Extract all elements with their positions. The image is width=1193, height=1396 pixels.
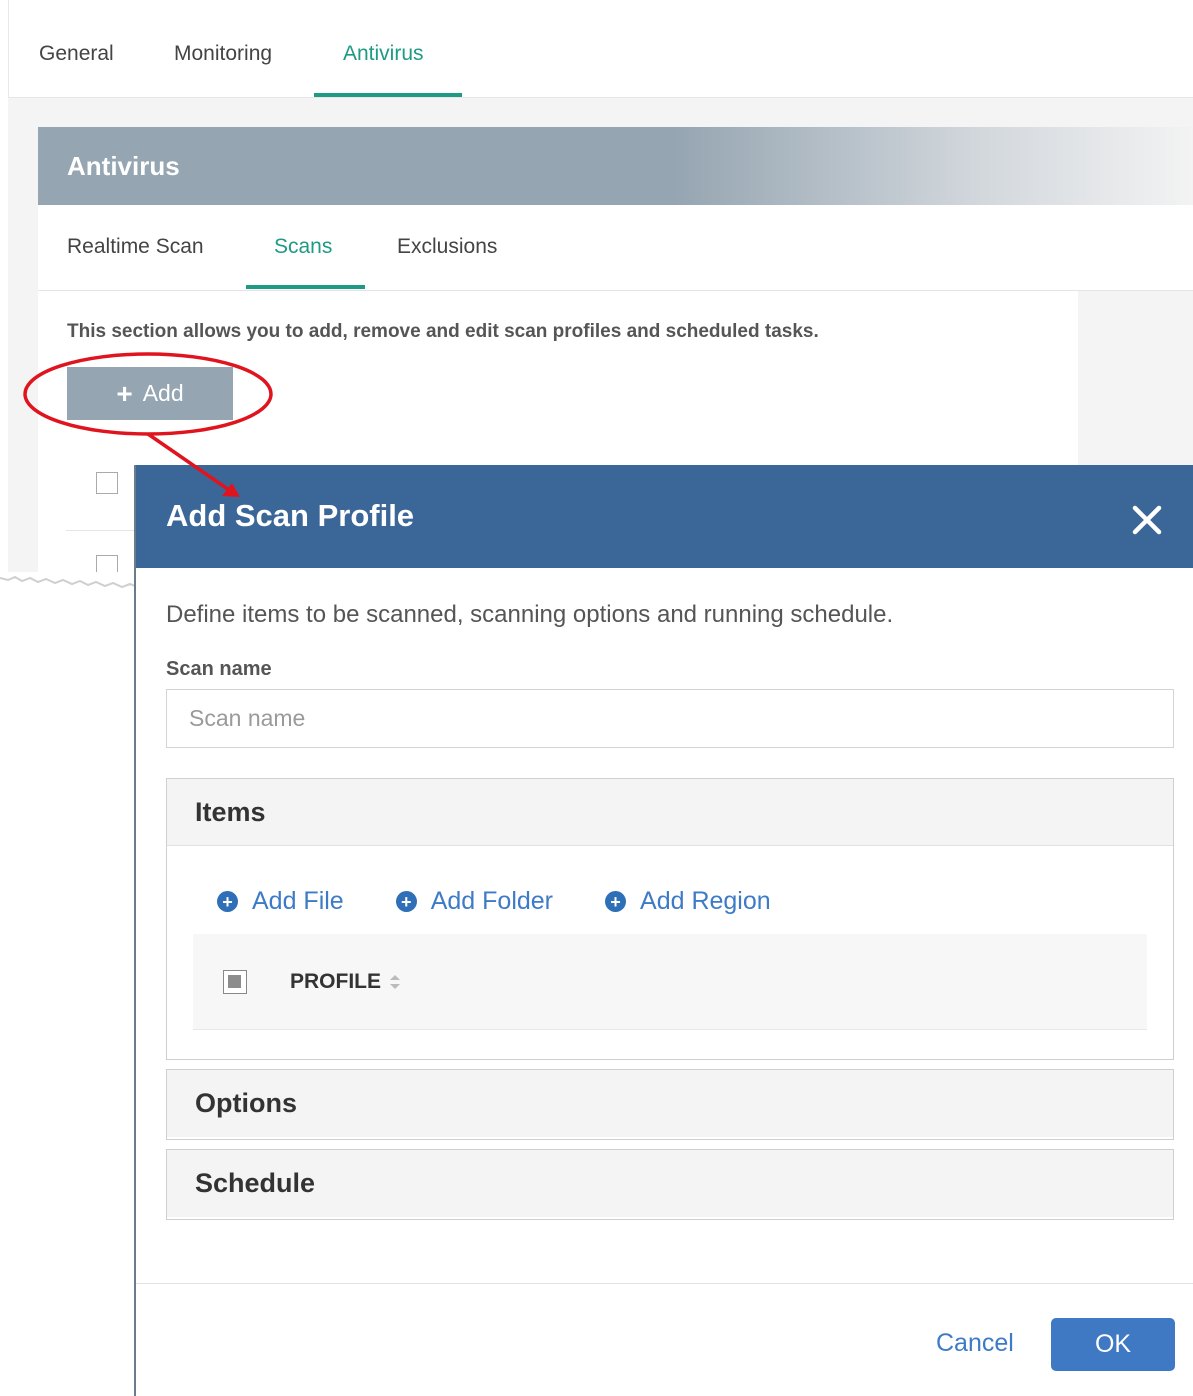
add-button[interactable]: + Add [67, 367, 233, 420]
dialog-description: Define items to be scanned, scanning opt… [166, 601, 894, 628]
tab-exclusions[interactable]: Exclusions [397, 235, 497, 259]
schedule-panel[interactable]: Schedule [166, 1149, 1174, 1220]
scan-name-label: Scan name [166, 658, 272, 680]
tab-realtime-scan[interactable]: Realtime Scan [67, 235, 204, 259]
top-tab-bar: General Monitoring Antivirus [8, 0, 1193, 98]
items-panel-header[interactable]: Items [167, 779, 1173, 846]
row-checkbox[interactable] [96, 472, 118, 494]
add-file-label: Add File [252, 887, 344, 915]
dialog-header: Add Scan Profile [136, 465, 1193, 568]
sort-icon[interactable] [389, 973, 401, 991]
row-checkbox[interactable] [96, 555, 118, 573]
select-all-checkbox[interactable] [223, 970, 247, 994]
dialog-footer-divider [136, 1283, 1193, 1284]
add-button-label: Add [142, 380, 184, 406]
plus-icon: + [116, 377, 133, 409]
options-panel[interactable]: Options [166, 1069, 1174, 1140]
profile-column-label: PROFILE [290, 970, 382, 993]
tab-scans[interactable]: Scans [274, 235, 332, 259]
section-title: Antivirus [67, 151, 180, 181]
antivirus-section-header: Antivirus [38, 127, 1193, 205]
ok-button[interactable]: OK [1051, 1318, 1175, 1371]
add-scan-profile-dialog: Add Scan Profile Define items to be scan… [134, 465, 1193, 1396]
add-folder-label: Add Folder [430, 887, 554, 915]
add-region-link[interactable]: + Add Region [605, 887, 771, 916]
cancel-button[interactable]: Cancel [936, 1329, 1014, 1358]
tab-antivirus[interactable]: Antivirus [343, 42, 424, 66]
add-region-label: Add Region [640, 887, 771, 915]
scan-name-input[interactable] [166, 689, 1174, 748]
profile-column-header[interactable]: PROFILE [290, 970, 401, 994]
items-panel: Items + Add File + Add Folder + Add Regi… [166, 778, 1174, 1060]
torn-edge [0, 572, 140, 596]
plus-circle-icon: + [217, 891, 238, 912]
close-icon[interactable] [1130, 503, 1164, 537]
dialog-title: Add Scan Profile [166, 498, 415, 533]
active-tab-indicator [314, 93, 462, 97]
tab-general[interactable]: General [39, 42, 114, 66]
tab-monitoring[interactable]: Monitoring [174, 42, 272, 66]
plus-circle-icon: + [605, 891, 627, 912]
add-folder-link[interactable]: + Add Folder [395, 887, 554, 916]
active-sub-tab-indicator [246, 285, 365, 289]
options-panel-header[interactable]: Options [167, 1070, 1173, 1137]
schedule-panel-header[interactable]: Schedule [167, 1150, 1173, 1217]
antivirus-sub-tab-bar: Realtime Scan Scans Exclusions [38, 205, 1193, 291]
scans-description: This section allows you to add, remove a… [67, 321, 819, 342]
profile-table-header: PROFILE [193, 934, 1147, 1030]
indeterminate-mark [228, 975, 241, 988]
plus-circle-icon: + [395, 891, 417, 912]
add-file-link[interactable]: + Add File [217, 887, 344, 916]
item-actions: + Add File + Add Folder + Add Region [217, 887, 823, 916]
